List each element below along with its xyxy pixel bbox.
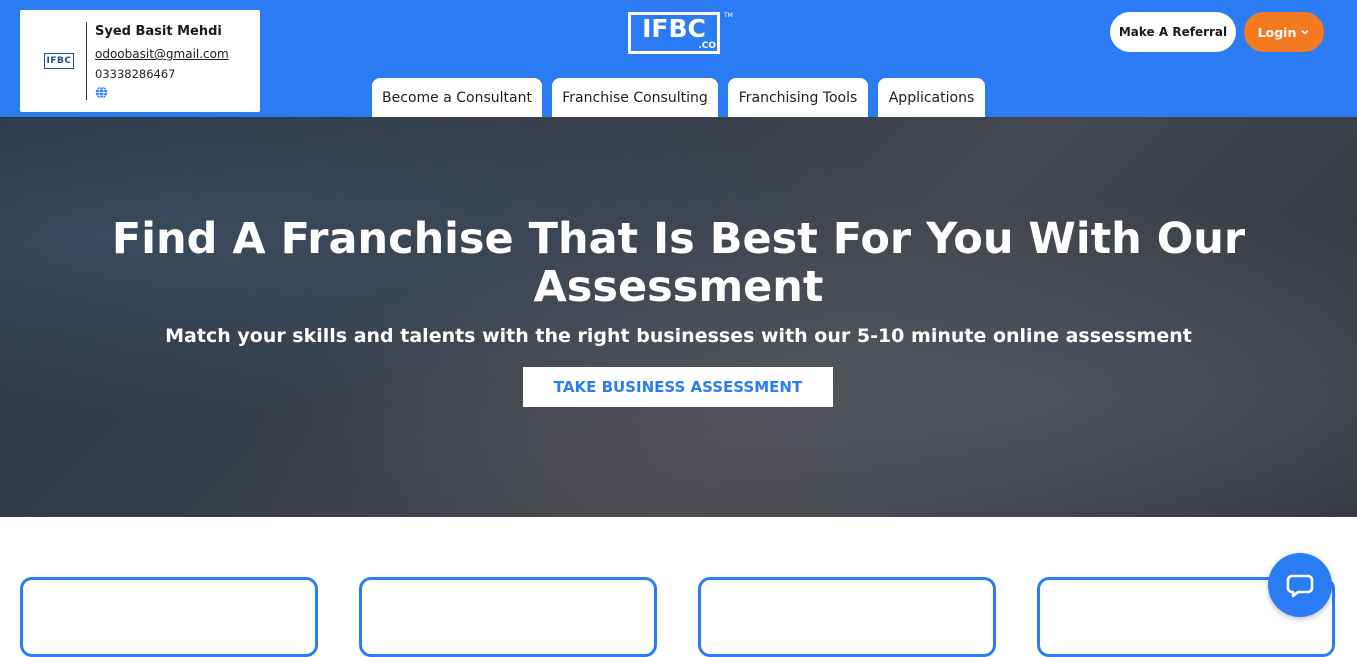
company-logo-text: IFBC (46, 56, 72, 66)
hero-title: Find A Franchise That Is Best For You Wi… (111, 214, 1246, 312)
logo-subtext: .CO (698, 41, 716, 51)
hero-banner: Find A Franchise That Is Best For You Wi… (0, 117, 1357, 517)
card-divider (86, 22, 87, 100)
tab-become-a-consultant[interactable]: Become a Consultant (372, 78, 542, 117)
login-label: Login (1257, 24, 1297, 40)
hero-background-image (0, 117, 1357, 517)
profile-email-link[interactable]: odoobasit@gmail.com (95, 47, 229, 61)
profile-card: IFBC Syed Basit Mehdi odoobasit@gmail.co… (20, 10, 260, 112)
ifbc-logo[interactable]: IFBC .CO TM (628, 12, 733, 54)
assessment-label: TAKE BUSINESS ASSESSMENT (553, 378, 803, 396)
feature-card-2[interactable] (359, 577, 657, 657)
company-logo: IFBC (44, 53, 74, 69)
tab-label: Applications (888, 89, 975, 106)
globe-icon[interactable] (95, 86, 108, 99)
profile-name: Syed Basit Mehdi (95, 24, 222, 39)
tab-franchise-consulting[interactable]: Franchise Consulting (552, 78, 718, 117)
chat-button[interactable] (1268, 553, 1332, 617)
tab-label: Franchise Consulting (562, 89, 708, 106)
referral-label: Make A Referral (1118, 25, 1228, 39)
tab-franchising-tools[interactable]: Franchising Tools (728, 78, 868, 117)
take-assessment-button[interactable]: TAKE BUSINESS ASSESSMENT (523, 367, 833, 407)
login-button[interactable]: Login (1244, 12, 1324, 52)
feature-card-1[interactable] (20, 577, 318, 657)
chat-bubble-icon (1286, 574, 1314, 598)
logo-trademark: TM (724, 12, 733, 19)
tab-label: Become a Consultant (382, 89, 532, 106)
profile-phone: 03338286467 (95, 67, 176, 81)
site-header: IFBC Syed Basit Mehdi odoobasit@gmail.co… (0, 0, 1357, 117)
make-referral-button[interactable]: Make A Referral (1110, 12, 1236, 52)
tab-label: Franchising Tools (738, 89, 858, 106)
chevron-down-icon (1301, 29, 1309, 35)
hero-subtitle: Match your skills and talents with the r… (165, 325, 1192, 347)
tab-applications[interactable]: Applications (878, 78, 985, 117)
feature-card-3[interactable] (698, 577, 996, 657)
